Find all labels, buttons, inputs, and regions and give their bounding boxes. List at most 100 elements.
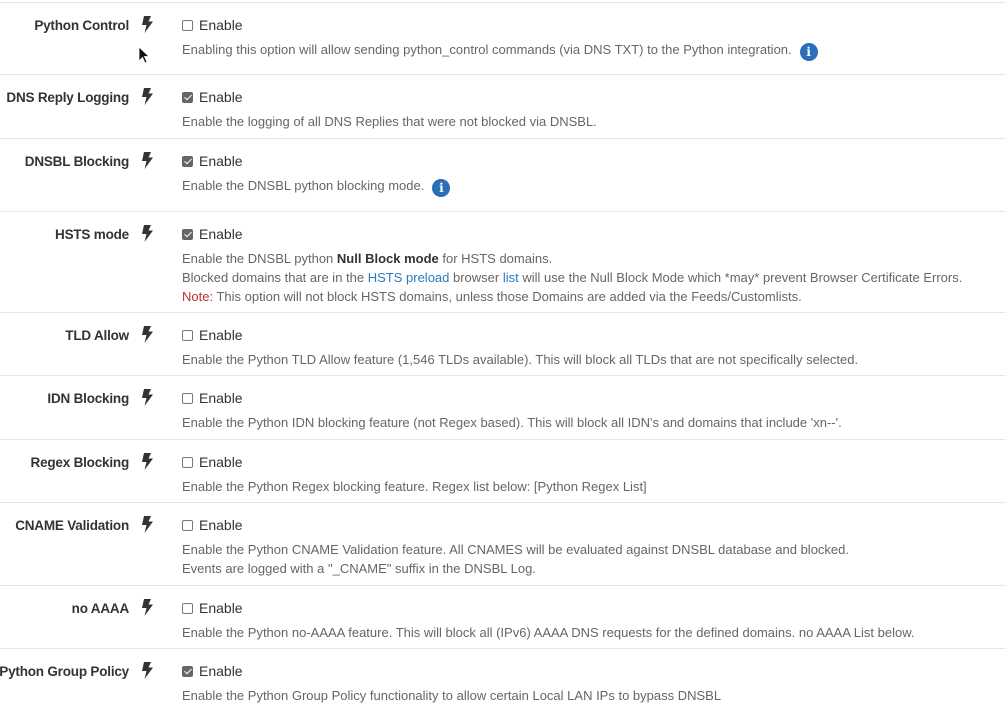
info-icon[interactable]: i — [432, 179, 451, 197]
help-text: Enabling this option will allow sending … — [182, 40, 818, 61]
setting-row: IDN Blocking Enable Enable the Python IDN … — [0, 375, 1005, 439]
enable-checkbox-label[interactable]: Enable — [182, 327, 243, 343]
setting-row: no AAAA Enable Enable the Python no-AAAA f… — [0, 585, 1005, 648]
enable-checkbox[interactable] — [182, 602, 193, 614]
help-text-part: Enable the Python Group Policy functiona… — [182, 688, 722, 703]
setting-row: DNS Reply Logging Enable Enable the loggin… — [0, 74, 1005, 138]
enable-checkbox-label[interactable]: Enable — [182, 226, 243, 242]
help-line: Enable the Python Group Policy functiona… — [182, 686, 721, 705]
help-text: Enable the Python IDN blocking feature (… — [182, 413, 842, 432]
enable-checkbox-label[interactable]: Enable — [182, 663, 243, 679]
bolt-icon — [141, 152, 154, 169]
enable-checkbox-label[interactable]: Enable — [182, 89, 243, 105]
setting-row: DNSBL Blocking Enable Enable the DNSBL pyt… — [0, 138, 1005, 211]
bolt-icon — [141, 453, 154, 470]
help-line: Blocked domains that are in the HSTS pre… — [182, 268, 962, 287]
help-text-part: This option will not block HSTS domains,… — [213, 289, 802, 304]
help-text-part: will use the Null Block Mode which *may*… — [518, 270, 963, 285]
help-line: Enable the DNSBL python blocking mode. i — [182, 176, 451, 197]
help-line: Note: This option will not block HSTS do… — [182, 287, 962, 306]
help-line: Enabling this option will allow sending … — [182, 40, 818, 61]
help-text-part: Enable the logging of all DNS Replies th… — [182, 114, 597, 129]
enable-checkbox-label[interactable]: Enable — [182, 390, 243, 406]
help-text-part: Enable the Python CNAME Validation featu… — [182, 542, 849, 557]
setting-label: DNS Reply Logging — [6, 90, 129, 105]
setting-label: TLD Allow — [65, 328, 129, 343]
setting-label: IDN Blocking — [47, 391, 129, 406]
enable-text: Enable — [199, 390, 243, 406]
setting-label: no AAAA — [71, 601, 130, 616]
enable-text: Enable — [199, 226, 243, 242]
enable-checkbox[interactable] — [182, 519, 193, 531]
bolt-icon — [141, 599, 154, 616]
enable-checkbox[interactable] — [182, 19, 193, 31]
help-line: Events are logged with a "_CNAME" suffix… — [182, 559, 849, 578]
enable-text: Enable — [199, 89, 243, 105]
enable-checkbox[interactable] — [182, 392, 193, 404]
bolt-icon — [141, 516, 154, 533]
mouse-cursor-icon — [138, 46, 150, 64]
enable-checkbox-label[interactable]: Enable — [182, 517, 243, 533]
enable-checkbox[interactable] — [182, 329, 193, 341]
note-label: Note: — [182, 289, 214, 304]
hsts-preload-link[interactable]: HSTS preload — [368, 270, 450, 285]
enable-text: Enable — [199, 454, 243, 470]
help-text-part: Enable the Python Regex blocking feature… — [182, 479, 647, 494]
enable-checkbox-label[interactable]: Enable — [182, 454, 243, 470]
help-text: Enable the Python TLD Allow feature (1,5… — [182, 350, 858, 369]
setting-row: HSTS mode Enable Enable the DNSBL python N… — [0, 211, 1005, 312]
help-text: Enable the Python no-AAAA feature. This … — [182, 623, 915, 642]
enable-checkbox-label[interactable]: Enable — [182, 600, 243, 616]
enable-text: Enable — [199, 327, 243, 343]
help-text-part: Enable the DNSBL python — [182, 251, 337, 266]
help-text: Enable the Python Group Policy functiona… — [182, 686, 721, 705]
enable-checkbox[interactable] — [182, 155, 193, 167]
help-text: Enable the DNSBL python blocking mode. i — [182, 176, 451, 197]
help-text-part: Enable the DNSBL python blocking mode. — [182, 178, 425, 193]
enable-checkbox[interactable] — [182, 91, 193, 103]
enable-text: Enable — [199, 17, 243, 33]
info-icon[interactable]: i — [799, 43, 818, 61]
bolt-icon — [141, 88, 154, 105]
help-text-part: Blocked domains that are in the — [182, 270, 368, 285]
enable-checkbox[interactable] — [182, 665, 193, 677]
help-text: Enable the Python CNAME Validation featu… — [182, 540, 849, 578]
help-text-part: Enable the Python TLD Allow feature (1,5… — [182, 352, 859, 367]
help-line: Enable the Python CNAME Validation featu… — [182, 540, 849, 559]
enable-checkbox-label[interactable]: Enable — [182, 153, 243, 169]
help-line: Enable the Python no-AAAA feature. This … — [182, 623, 915, 642]
help-text-part: Enable the Python no-AAAA feature. This … — [182, 625, 915, 640]
help-text: Enable the DNSBL python Null Block mode … — [182, 249, 962, 306]
help-text-part: browser — [449, 270, 503, 285]
enable-text: Enable — [199, 153, 243, 169]
enable-checkbox[interactable] — [182, 228, 193, 240]
setting-label: Regex Blocking — [30, 455, 130, 470]
list-link[interactable]: list — [503, 270, 519, 285]
setting-row: Python Control Enable Enabling this option… — [0, 2, 1005, 74]
setting-label: HSTS mode — [55, 227, 129, 242]
setting-label: Python Control — [34, 18, 129, 33]
help-text-part: Events are logged with a "_CNAME" suffix… — [182, 561, 536, 576]
bolt-icon — [141, 662, 154, 679]
setting-row: TLD Allow Enable Enable the Python TLD All… — [0, 312, 1005, 375]
setting-row: Regex Blocking Enable Enable the Python Re… — [0, 439, 1005, 502]
help-text: Enable the logging of all DNS Replies th… — [182, 112, 597, 131]
setting-label: Python Group Policy — [0, 664, 129, 679]
enable-text: Enable — [199, 600, 243, 616]
enable-checkbox[interactable] — [182, 456, 193, 468]
enable-text: Enable — [199, 663, 243, 679]
help-line: Enable the logging of all DNS Replies th… — [182, 112, 597, 131]
help-text-part: Enable the Python IDN blocking feature (… — [182, 415, 842, 430]
help-line: Enable the DNSBL python Null Block mode … — [182, 249, 962, 268]
bolt-icon — [141, 326, 154, 343]
setting-row: Python Group Policy Enable Enable the Pyth… — [0, 648, 1005, 708]
help-text: Enable the Python Regex blocking feature… — [182, 477, 647, 496]
help-line: Enable the Python IDN blocking feature (… — [182, 413, 842, 432]
help-text-part: for HSTS domains. — [438, 251, 553, 266]
help-bold: Null Block mode — [336, 251, 439, 266]
help-line: Enable the Python TLD Allow feature (1,5… — [182, 350, 858, 369]
bolt-icon — [141, 225, 154, 242]
enable-checkbox-label[interactable]: Enable — [182, 17, 243, 33]
setting-label: DNSBL Blocking — [24, 154, 129, 169]
setting-row: CNAME Validation Enable Enable the Python … — [0, 502, 1005, 585]
